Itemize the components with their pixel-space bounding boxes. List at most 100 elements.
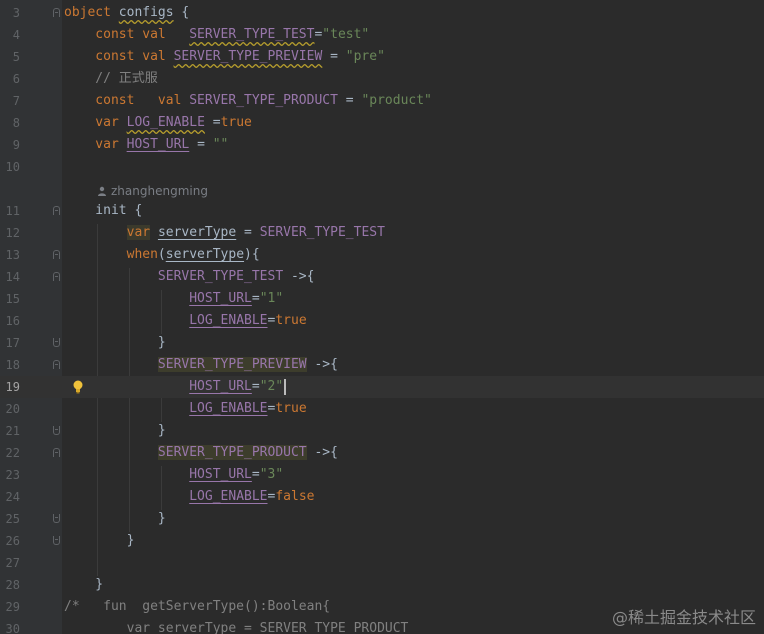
code-token: ->{ bbox=[306, 445, 338, 460]
fold-toggle-icon[interactable] bbox=[53, 250, 60, 259]
code-text[interactable]: SERVER_TYPE_TEST ->{ bbox=[64, 266, 315, 288]
code-line[interactable]: 24 LOG_ENABLE=false bbox=[0, 486, 764, 508]
code-token: true bbox=[220, 115, 252, 130]
code-text[interactable]: const val SERVER_TYPE_TEST="test" bbox=[64, 24, 369, 46]
line-number[interactable]: 20 bbox=[0, 398, 20, 420]
fold-toggle-icon[interactable] bbox=[53, 536, 60, 545]
line-number[interactable]: 11 bbox=[0, 200, 20, 222]
fold-toggle-icon[interactable] bbox=[53, 338, 60, 347]
code-line[interactable]: 17 } bbox=[0, 332, 764, 354]
line-number[interactable]: 19 bbox=[0, 376, 20, 398]
code-line[interactable]: 28 } bbox=[0, 574, 764, 596]
line-number[interactable]: 29 bbox=[0, 596, 20, 618]
code-token: /* fun getServerType():Boolean{ bbox=[64, 599, 331, 614]
line-number[interactable]: 10 bbox=[0, 156, 20, 178]
code-text[interactable]: HOST_URL="3" bbox=[64, 464, 283, 486]
line-number[interactable]: 26 bbox=[0, 530, 20, 552]
line-number[interactable]: 16 bbox=[0, 310, 20, 332]
line-number[interactable]: 28 bbox=[0, 574, 20, 596]
code-line[interactable]: 11 init { bbox=[0, 200, 764, 222]
code-text[interactable]: const val SERVER_TYPE_PREVIEW = "pre" bbox=[64, 46, 385, 68]
code-line[interactable]: 27 bbox=[0, 552, 764, 574]
code-text[interactable]: HOST_URL="1" bbox=[64, 288, 283, 310]
code-editor[interactable]: 3 object configs {4 const val SERVER_TYPE… bbox=[0, 0, 764, 634]
code-text[interactable]: } bbox=[64, 420, 166, 442]
watermark: @稀土掘金技术社区 bbox=[611, 608, 756, 627]
code-line[interactable]: 6 // 正式服 bbox=[0, 68, 764, 90]
code-line[interactable]: 4 const val SERVER_TYPE_TEST="test" bbox=[0, 24, 764, 46]
line-number[interactable]: 8 bbox=[0, 112, 20, 134]
code-text[interactable]: LOG_ENABLE=false bbox=[64, 486, 314, 508]
code-line[interactable]: 18 SERVER_TYPE_PREVIEW ->{ bbox=[0, 354, 764, 376]
code-line[interactable]: 3 object configs { bbox=[0, 2, 764, 24]
code-text[interactable]: HOST_URL="2" bbox=[64, 376, 287, 398]
code-line[interactable]: 13 when(serverType){ bbox=[0, 244, 764, 266]
code-text[interactable]: var serverType = SERVER_TYPE_TEST bbox=[64, 222, 385, 244]
code-line[interactable]: 16 LOG_ENABLE=true bbox=[0, 310, 764, 332]
code-line[interactable]: 23 HOST_URL="3" bbox=[0, 464, 764, 486]
line-number[interactable]: 21 bbox=[0, 420, 20, 442]
code-text[interactable]: } bbox=[64, 574, 103, 596]
fold-toggle-icon[interactable] bbox=[53, 272, 60, 281]
code-author-hint[interactable]: zhanghengming bbox=[97, 180, 208, 202]
code-line[interactable]: 10 bbox=[0, 156, 764, 178]
line-number[interactable]: 14 bbox=[0, 266, 20, 288]
line-number[interactable]: 24 bbox=[0, 486, 20, 508]
code-text[interactable]: SERVER_TYPE_PRODUCT ->{ bbox=[64, 442, 338, 464]
code-text[interactable]: when(serverType){ bbox=[64, 244, 260, 266]
line-number[interactable]: 18 bbox=[0, 354, 20, 376]
code-line[interactable]: 8 var LOG_ENABLE =true bbox=[0, 112, 764, 134]
fold-toggle-icon[interactable] bbox=[53, 426, 60, 435]
line-number[interactable]: 9 bbox=[0, 134, 20, 156]
code-token: "2" bbox=[259, 379, 284, 394]
fold-toggle-icon[interactable] bbox=[53, 8, 60, 17]
code-text[interactable]: object configs { bbox=[64, 2, 189, 24]
code-line[interactable]: 12 var serverType = SERVER_TYPE_TEST bbox=[0, 222, 764, 244]
line-number[interactable]: 12 bbox=[0, 222, 20, 244]
fold-toggle-icon[interactable] bbox=[53, 448, 60, 457]
code-line[interactable]: 19 HOST_URL="2" bbox=[0, 376, 764, 398]
code-text[interactable]: var LOG_ENABLE =true bbox=[64, 112, 252, 134]
code-line[interactable]: 26 } bbox=[0, 530, 764, 552]
code-line[interactable]: 15 HOST_URL="1" bbox=[0, 288, 764, 310]
line-number[interactable]: 15 bbox=[0, 288, 20, 310]
code-text[interactable]: var serverType = SERVER_TYPE_PRODUCT bbox=[64, 618, 409, 634]
code-text[interactable]: SERVER_TYPE_PREVIEW ->{ bbox=[64, 354, 338, 376]
code-line[interactable]: 20 LOG_ENABLE=true bbox=[0, 398, 764, 420]
line-number[interactable]: 13 bbox=[0, 244, 20, 266]
fold-toggle-icon[interactable] bbox=[53, 360, 60, 369]
line-number[interactable]: 5 bbox=[0, 46, 20, 68]
code-text[interactable]: } bbox=[64, 530, 135, 552]
code-text[interactable]: LOG_ENABLE=true bbox=[64, 398, 307, 420]
code-text[interactable]: LOG_ENABLE=true bbox=[64, 310, 306, 332]
person-icon bbox=[98, 186, 106, 196]
code-text[interactable]: } bbox=[64, 332, 166, 354]
line-number[interactable]: 30 bbox=[0, 618, 20, 634]
line-number[interactable]: 4 bbox=[0, 24, 20, 46]
code-line[interactable]: 7 const val SERVER_TYPE_PRODUCT = "produ… bbox=[0, 90, 764, 112]
code-line[interactable]: 9 var HOST_URL = "" bbox=[0, 134, 764, 156]
code-line[interactable]: 25 } bbox=[0, 508, 764, 530]
code-line[interactable]: 21 } bbox=[0, 420, 764, 442]
fold-toggle-icon[interactable] bbox=[53, 514, 60, 523]
code-text[interactable]: init { bbox=[64, 200, 142, 222]
line-number[interactable]: 7 bbox=[0, 90, 20, 112]
line-number[interactable]: 22 bbox=[0, 442, 20, 464]
code-text[interactable]: var HOST_URL = "" bbox=[64, 134, 228, 156]
code-text[interactable]: /* fun getServerType():Boolean{ bbox=[64, 596, 330, 618]
code-token: true bbox=[275, 401, 307, 416]
code-text[interactable]: // 正式服 bbox=[64, 68, 158, 90]
fold-toggle-icon[interactable] bbox=[53, 206, 60, 215]
code-text[interactable]: } bbox=[64, 508, 166, 530]
line-number[interactable]: 3 bbox=[0, 2, 20, 24]
code-token: when bbox=[64, 247, 158, 262]
line-number[interactable]: 25 bbox=[0, 508, 20, 530]
line-number[interactable]: 27 bbox=[0, 552, 20, 574]
code-line[interactable]: 22 SERVER_TYPE_PRODUCT ->{ bbox=[0, 442, 764, 464]
code-line[interactable]: 14 SERVER_TYPE_TEST ->{ bbox=[0, 266, 764, 288]
code-text[interactable]: const val SERVER_TYPE_PRODUCT = "product… bbox=[64, 90, 432, 112]
line-number[interactable]: 17 bbox=[0, 332, 20, 354]
code-line[interactable]: 5 const val SERVER_TYPE_PREVIEW = "pre" bbox=[0, 46, 764, 68]
line-number[interactable]: 23 bbox=[0, 464, 20, 486]
line-number[interactable]: 6 bbox=[0, 68, 20, 90]
